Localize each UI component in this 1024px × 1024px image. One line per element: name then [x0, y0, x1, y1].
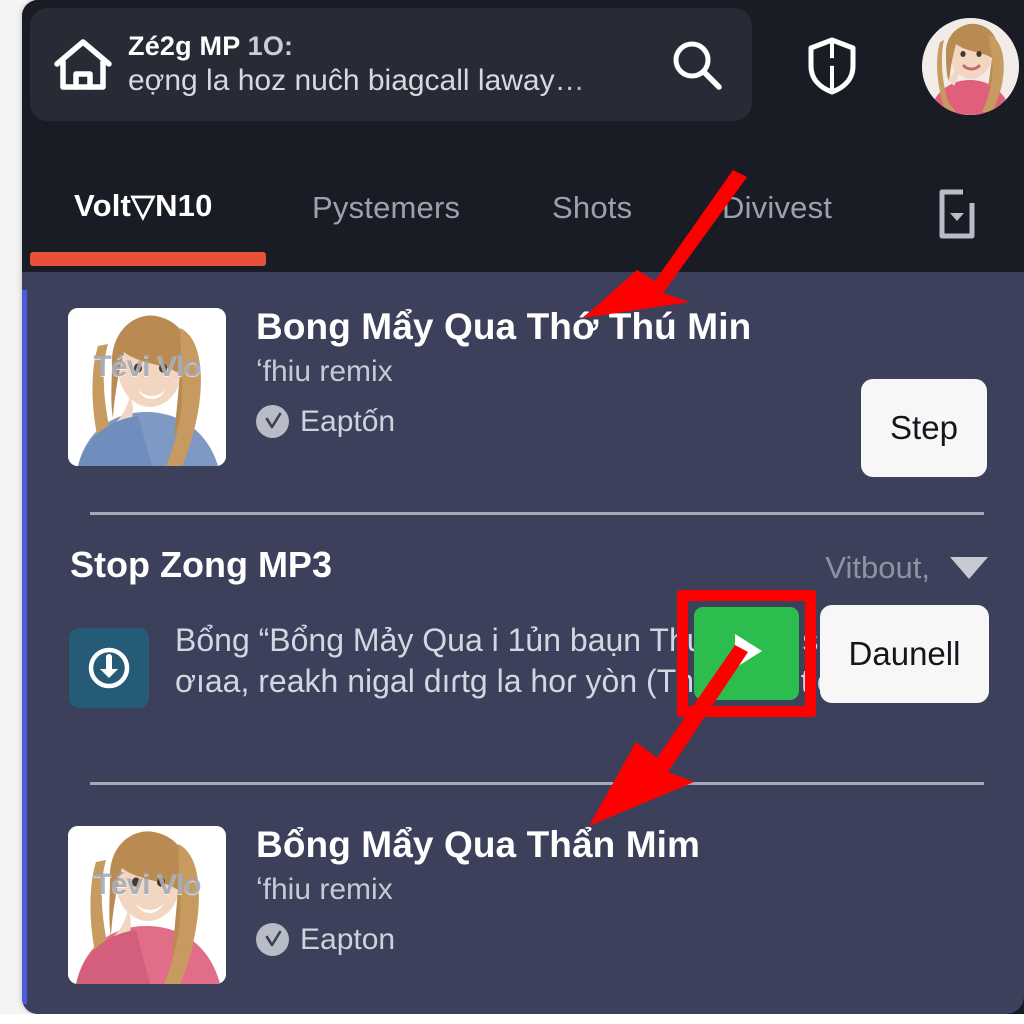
song-thumbnail[interactable]: Tévi Vlo	[68, 308, 226, 466]
daunell-button[interactable]: Daunell	[820, 605, 989, 703]
list-item[interactable]: Tévi Vlo Bong Mẩy Qua Thớ Thú Min ʻfhiu …	[22, 300, 1024, 490]
list-divider	[90, 512, 984, 515]
song-subtitle: ʻfhiu remix	[256, 872, 393, 906]
avatar[interactable]	[922, 18, 1019, 115]
verified-check-icon	[256, 923, 289, 957]
section-header: Stop Zong MP3 Vitbout,	[22, 544, 1024, 608]
song-subtitle: ʻfhiu remix	[256, 354, 393, 388]
section-right-label: Vitbout,	[825, 550, 930, 585]
home-icon[interactable]	[30, 36, 128, 94]
song-info: Bong Mẩy Qua Thớ Thú Min ʻfhiu remix Eap…	[256, 306, 856, 439]
search-bar[interactable]: Zé2g MP 1O: eợng la hoz nuĉh biagcall la…	[30, 8, 752, 121]
song-info: Bổng Mẩy Qua Thẩn Mim ʻfhiu remix Eapton	[256, 824, 856, 957]
search-text-group: Zé2g MP 1O: eợng la hoz nuĉh biagcall la…	[128, 31, 642, 98]
song-title: Bong Mẩy Qua Thớ Thú Min	[256, 306, 752, 347]
section-header-action[interactable]: Vitbout,	[825, 550, 988, 586]
content-list: Tévi Vlo Bong Mẩy Qua Thớ Thú Min ʻfhiu …	[22, 272, 1024, 1014]
app-header: Zé2g MP 1O: eợng la hoz nuĉh biagcall la…	[22, 0, 1024, 160]
active-tab-indicator	[30, 252, 266, 266]
play-button[interactable]	[694, 607, 799, 700]
search-title: Zé2g MP 1O:	[128, 31, 294, 61]
song-channel: Eaptốn	[256, 405, 856, 439]
verified-check-icon	[256, 405, 289, 439]
page-left-margin	[0, 0, 22, 1024]
channel-name: Eaptốn	[300, 404, 396, 438]
list-item[interactable]: Tévi Vlo Bổng Mẩy Qua Thẩn Mim ʻfhiu rem…	[22, 818, 1024, 1008]
list-divider	[90, 782, 984, 785]
download-to-device-icon[interactable]	[927, 184, 987, 244]
song-thumbnail[interactable]: Tévi Vlo	[68, 826, 226, 984]
search-input[interactable]: eợng la hoz nuĉh biagcall laway…	[128, 64, 636, 98]
tab-divivest[interactable]: Divivest	[722, 190, 832, 226]
song-channel: Eapton	[256, 923, 856, 957]
app-window: Zé2g MP 1O: eợng la hoz nuĉh biagcall la…	[22, 0, 1024, 1014]
tab-pystemers[interactable]: Pystemers	[312, 190, 460, 226]
play-icon	[727, 629, 767, 678]
tab-bar: Volt▽N10 Pystemers Shots Divivest	[22, 160, 1024, 272]
song-title: Bổng Mẩy Qua Thẩn Mim	[256, 824, 701, 865]
channel-name: Eapton	[300, 922, 396, 956]
download-circle-icon[interactable]	[69, 628, 149, 708]
chevron-down-icon[interactable]	[950, 557, 988, 579]
tab-volt-n10[interactable]: Volt▽N10	[74, 188, 213, 224]
page-bottom-margin	[0, 1014, 1024, 1024]
section-title: Stop Zong MP3	[70, 544, 332, 585]
tab-shots[interactable]: Shots	[552, 190, 632, 226]
screenshot-root: Zé2g MP 1O: eợng la hoz nuĉh biagcall la…	[0, 0, 1024, 1024]
step-button[interactable]: Step	[861, 379, 987, 477]
shield-icon[interactable]	[800, 34, 864, 98]
search-icon[interactable]	[642, 37, 752, 93]
